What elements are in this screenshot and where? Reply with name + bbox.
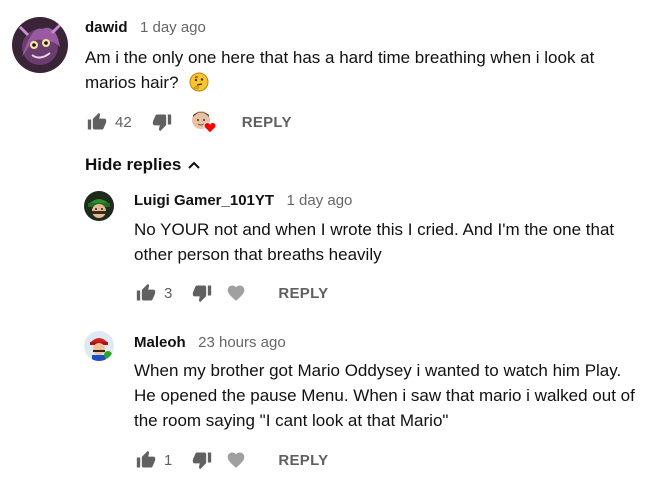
thumbs-down-icon[interactable]: [150, 110, 174, 134]
thumbs-up-icon[interactable]: [85, 110, 109, 134]
thumbs-up-icon[interactable]: [134, 281, 158, 305]
hide-replies-label: Hide replies: [85, 155, 182, 174]
avatar[interactable]: [84, 331, 114, 361]
comment-text-body: Am i the only one here that has a hard t…: [85, 48, 595, 92]
comment-time[interactable]: 1 day ago: [140, 19, 206, 36]
reply-actions: 1 REPLY: [134, 448, 328, 472]
hide-replies-button[interactable]: Hide replies: [85, 155, 201, 175]
comment-actions: 42 REPLY: [85, 110, 292, 134]
author-name[interactable]: Maleoh: [134, 334, 186, 351]
creator-heart-icon: [190, 109, 218, 135]
reply-time[interactable]: 1 day ago: [287, 192, 353, 209]
avatar[interactable]: [84, 191, 114, 221]
like-count: 3: [164, 284, 173, 302]
like-count: 42: [115, 113, 132, 131]
thumbs-down-icon[interactable]: [190, 448, 214, 472]
avatar[interactable]: [12, 17, 68, 73]
heart-icon[interactable]: [224, 448, 248, 472]
author-name[interactable]: Luigi Gamer_101YT: [134, 192, 274, 209]
thumbs-up-icon[interactable]: [134, 448, 158, 472]
reply-text-line: When my brother got Mario Oddysey i want…: [134, 361, 622, 380]
reply-time[interactable]: 23 hours ago: [198, 334, 286, 351]
heart-icon[interactable]: [224, 281, 248, 305]
reply-text: When my brother got Mario Oddysey i want…: [134, 358, 659, 433]
thumbs-down-icon[interactable]: [190, 281, 214, 305]
reply-text-line: other person that breaths heavily: [134, 245, 382, 264]
reply-header: Maleoh 23 hours ago: [134, 334, 286, 352]
reply-actions: 3 REPLY: [134, 281, 328, 305]
comment-text: Am i the only one here that has a hard t…: [85, 45, 645, 99]
reply-text-line: the room saying "I cant look at that Mar…: [134, 411, 449, 430]
thinking-face-icon: [189, 72, 209, 99]
reply-text: No YOUR not and when I wrote this I crie…: [134, 217, 654, 267]
reply-button[interactable]: REPLY: [278, 452, 328, 469]
reply-button[interactable]: REPLY: [242, 114, 292, 131]
chevron-up-icon: [187, 160, 201, 170]
reply-header: Luigi Gamer_101YT 1 day ago: [134, 192, 352, 210]
reply-text-line: He opened the pause Menu. When i saw tha…: [134, 386, 635, 405]
like-count: 1: [164, 451, 173, 469]
comment-header: dawid 1 day ago: [85, 19, 206, 37]
author-name[interactable]: dawid: [85, 19, 128, 36]
reply-text-line: No YOUR not and when I wrote this I crie…: [134, 220, 615, 239]
reply-button[interactable]: REPLY: [278, 285, 328, 302]
